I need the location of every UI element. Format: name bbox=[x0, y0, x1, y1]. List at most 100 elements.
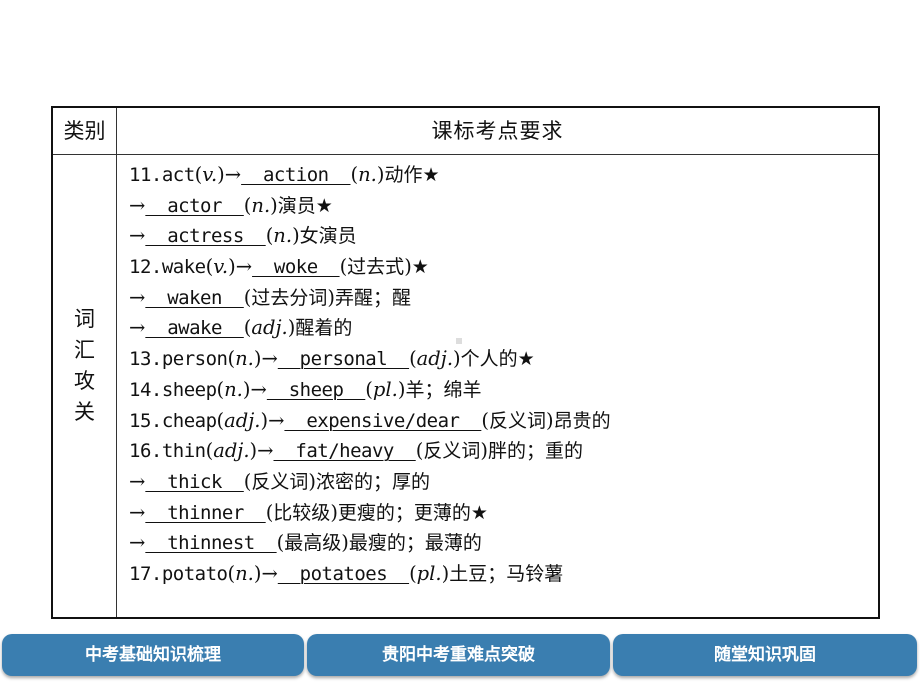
category-label: 词 汇 攻 关 bbox=[53, 304, 116, 428]
vocabulary-line: → waken (过去分词)弄醒；醒 bbox=[129, 283, 868, 314]
punctuation: ( bbox=[227, 347, 236, 371]
arrow-icon: → bbox=[235, 255, 253, 279]
punctuation: ( bbox=[409, 347, 417, 371]
punctuation: ( bbox=[365, 377, 373, 401]
arrow-icon: → bbox=[129, 285, 146, 309]
vocabulary-line: 13.person(n.)→ personal (adj.)个人的★ bbox=[129, 344, 868, 375]
punctuation: ) bbox=[341, 531, 349, 555]
headword: 16.thin bbox=[129, 440, 206, 463]
punctuation: ) bbox=[480, 439, 488, 463]
answer-blank: thick bbox=[145, 470, 244, 493]
category-char: 攻 bbox=[74, 369, 95, 393]
arrow-icon: → bbox=[257, 439, 274, 463]
meaning: 土豆；马铃薯 bbox=[449, 562, 564, 585]
part-of-speech: n. bbox=[235, 561, 254, 585]
punctuation: ) bbox=[545, 408, 554, 432]
form-note: 反义词 bbox=[488, 409, 546, 432]
punctuation: ) bbox=[270, 193, 278, 217]
answer-blank: actress bbox=[145, 225, 266, 248]
vocabulary-line: 14.sheep(n.)→ sheep (pl.)羊；绵羊 bbox=[129, 375, 868, 406]
punctuation: ) bbox=[404, 255, 412, 279]
punctuation: ) bbox=[217, 163, 225, 186]
answer-blank: actor bbox=[145, 194, 244, 217]
arrow-icon: → bbox=[129, 531, 146, 555]
headword: 13.person bbox=[129, 348, 228, 371]
meaning: ★ bbox=[411, 256, 429, 279]
header-requirement: 课标考点要求 bbox=[431, 119, 564, 143]
headword: 12.wake bbox=[129, 256, 206, 279]
answer-blank: awake bbox=[145, 317, 244, 340]
vocabulary-line: 17.potato(n.)→ potatoes (pl.)土豆；马铃薯 bbox=[129, 559, 868, 590]
punctuation: ( bbox=[409, 561, 417, 585]
punctuation: ( bbox=[350, 163, 359, 186]
vocabulary-line: → awake (adj.)醒着的 bbox=[129, 313, 868, 344]
vocabulary-line: → thick (反义词)浓密的；厚的 bbox=[129, 467, 868, 498]
nav-button-basic-knowledge[interactable]: 中考基础知识梳理 bbox=[2, 634, 304, 676]
meaning: 更瘦的；更薄的★ bbox=[337, 501, 488, 524]
punctuation: ( bbox=[481, 408, 489, 432]
column-divider bbox=[116, 108, 117, 617]
part-of-speech: v. bbox=[202, 163, 218, 186]
vocabulary-line: 12.wake(v.)→ woke (过去式)★ bbox=[129, 252, 868, 283]
meaning: 动作★ bbox=[384, 164, 440, 186]
answer-blank: action bbox=[241, 164, 351, 186]
vocabulary-line: → actress (n.)女演员 bbox=[129, 221, 868, 252]
meaning: 最瘦的；最薄的 bbox=[348, 532, 482, 555]
answer-blank: fat/heavy bbox=[273, 440, 416, 463]
answer-blank: thinnest bbox=[145, 532, 277, 555]
form-note: 反义词 bbox=[251, 470, 309, 493]
category-char: 关 bbox=[74, 400, 95, 424]
punctuation: ) bbox=[308, 469, 317, 493]
headword: 17.potato bbox=[129, 562, 228, 585]
arrow-icon: → bbox=[129, 469, 146, 493]
vocabulary-line: → actor (n.)演员★ bbox=[129, 191, 868, 222]
punctuation: ) bbox=[228, 255, 236, 279]
meaning: 个人的★ bbox=[460, 348, 535, 371]
answer-blank: thinner bbox=[145, 501, 266, 524]
answer-blank: sheep bbox=[266, 378, 366, 401]
punctuation: ) bbox=[249, 439, 258, 463]
nav-button-key-difficulties[interactable]: 贵阳中考重难点突破 bbox=[307, 634, 610, 676]
meaning: 弄醒；醒 bbox=[335, 286, 412, 309]
part-of-speech: v. bbox=[213, 255, 229, 279]
meaning: 浓密的；厚的 bbox=[316, 470, 431, 493]
nav-button-classroom-review[interactable]: 随堂知识巩固 bbox=[613, 634, 917, 676]
headword: 14.sheep bbox=[129, 378, 217, 401]
arrow-icon: → bbox=[129, 224, 146, 248]
part-of-speech: adj. bbox=[224, 408, 261, 432]
part-of-speech: n. bbox=[235, 347, 254, 371]
arrow-icon: → bbox=[250, 377, 267, 401]
part-of-speech: n. bbox=[251, 193, 271, 217]
vocabulary-line: 11.act(v.)→ action (n.)动作★ bbox=[129, 160, 868, 191]
answer-blank: waken bbox=[145, 286, 244, 309]
form-note: 最高级 bbox=[284, 532, 342, 555]
headword: 11.act bbox=[129, 164, 195, 186]
punctuation: ( bbox=[216, 377, 225, 401]
punctuation: ) bbox=[327, 285, 336, 309]
arrow-icon: → bbox=[129, 500, 146, 524]
answer-blank: personal bbox=[277, 348, 410, 371]
answer-blank: potatoes bbox=[277, 562, 410, 585]
vocabulary-table: 类别 课标考点要求 词 汇 攻 关 11.act(v.)→ action (n.… bbox=[51, 106, 880, 619]
punctuation: ) bbox=[292, 224, 300, 248]
meaning: 女演员 bbox=[299, 225, 357, 248]
meaning: 演员★ bbox=[277, 194, 333, 217]
vocabulary-line: 16.thin(adj.)→ fat/heavy (反义词)胖的；重的 bbox=[129, 436, 868, 467]
vocabulary-line: 15.cheap(adj.)→ expensive/dear (反义词)昂贵的 bbox=[129, 406, 868, 437]
arrow-icon: → bbox=[129, 193, 146, 217]
category-char: 汇 bbox=[74, 338, 95, 362]
part-of-speech: pl. bbox=[372, 377, 398, 401]
part-of-speech: adj. bbox=[213, 439, 250, 463]
part-of-speech: pl. bbox=[416, 561, 442, 585]
category-char: 词 bbox=[74, 307, 95, 331]
meaning: 胖的；重的 bbox=[487, 440, 583, 463]
arrow-icon: → bbox=[129, 316, 146, 340]
table-header: 类别 课标考点要求 bbox=[53, 108, 878, 155]
part-of-speech: n. bbox=[224, 377, 243, 401]
answer-blank: woke bbox=[252, 256, 340, 279]
headword: 15.cheap bbox=[129, 409, 217, 432]
meaning: 昂贵的 bbox=[553, 409, 611, 432]
meaning: 羊；绵羊 bbox=[405, 378, 482, 401]
part-of-speech: n. bbox=[358, 163, 377, 186]
punctuation: ) bbox=[242, 377, 251, 401]
